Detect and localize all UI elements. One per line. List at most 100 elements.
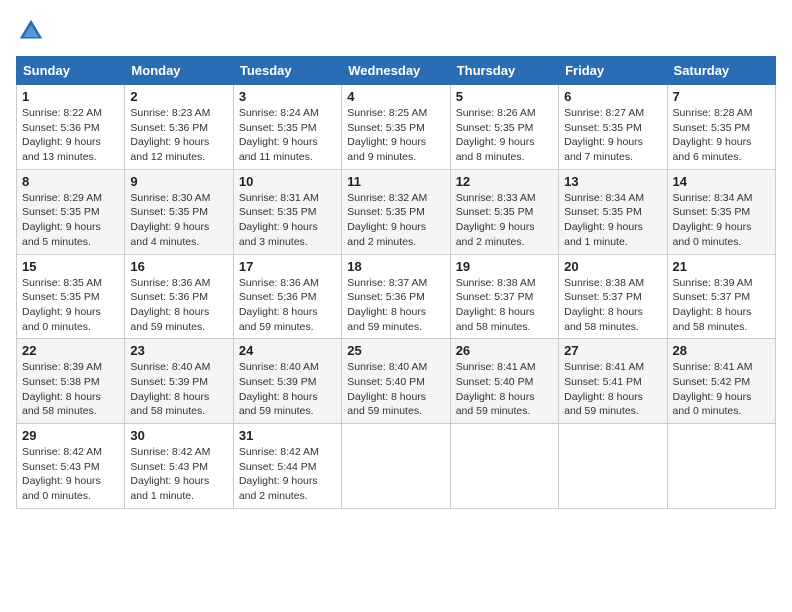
calendar-cell: 3Sunrise: 8:24 AMSunset: 5:35 PMDaylight… [233, 85, 341, 170]
day-info: Sunrise: 8:37 AMSunset: 5:36 PMDaylight:… [347, 276, 444, 335]
day-number: 6 [564, 89, 661, 104]
calendar-cell: 13 Sunrise: 8:34 AMSunset: 5:35 PMDayligh… [559, 169, 667, 254]
day-info: Sunrise: 8:23 AMSunset: 5:36 PMDaylight:… [130, 106, 227, 165]
day-info: Sunrise: 8:33 AMSunset: 5:35 PMDaylight:… [456, 191, 553, 250]
day-number: 15 [22, 259, 119, 274]
day-number: 18 [347, 259, 444, 274]
calendar-cell: 14 Sunrise: 8:34 AMSunset: 5:35 PMDayligh… [667, 169, 775, 254]
day-info: Sunrise: 8:30 AMSunset: 5:35 PMDaylight:… [130, 191, 227, 250]
day-info: Sunrise: 8:38 AMSunset: 5:37 PMDaylight:… [456, 276, 553, 335]
day-number: 29 [22, 428, 119, 443]
calendar-cell: 4 Sunrise: 8:25 AMSunset: 5:35 PMDaylight… [342, 85, 450, 170]
calendar-day-header: Monday [125, 57, 233, 85]
logo-icon [16, 16, 46, 46]
day-number: 19 [456, 259, 553, 274]
calendar-cell: 8 Sunrise: 8:29 AMSunset: 5:35 PMDaylight… [17, 169, 125, 254]
day-info: Sunrise: 8:36 AMSunset: 5:36 PMDaylight:… [239, 276, 336, 335]
day-number: 10 [239, 174, 336, 189]
day-number: 1 [22, 89, 119, 104]
calendar-cell [450, 424, 558, 509]
calendar-cell: 21 Sunrise: 8:39 AMSunset: 5:37 PMDayligh… [667, 254, 775, 339]
calendar-cell: 22 Sunrise: 8:39 AMSunset: 5:38 PMDayligh… [17, 339, 125, 424]
day-info: Sunrise: 8:34 AMSunset: 5:35 PMDaylight:… [673, 191, 770, 250]
day-info: Sunrise: 8:35 AMSunset: 5:35 PMDaylight:… [22, 276, 119, 335]
day-info: Sunrise: 8:27 AMSunset: 5:35 PMDaylight:… [564, 106, 661, 165]
calendar-cell: 28 Sunrise: 8:41 AMSunset: 5:42 PMDayligh… [667, 339, 775, 424]
calendar-cell: 11 Sunrise: 8:32 AMSunset: 5:35 PMDayligh… [342, 169, 450, 254]
calendar-cell: 2Sunrise: 8:23 AMSunset: 5:36 PMDaylight… [125, 85, 233, 170]
day-number: 17 [239, 259, 336, 274]
calendar-cell: 25 Sunrise: 8:40 AMSunset: 5:40 PMDayligh… [342, 339, 450, 424]
calendar-cell: 29Sunrise: 8:42 AMSunset: 5:43 PMDayligh… [17, 424, 125, 509]
calendar-cell: 17 Sunrise: 8:36 AMSunset: 5:36 PMDayligh… [233, 254, 341, 339]
day-number: 21 [673, 259, 770, 274]
day-number: 3 [239, 89, 336, 104]
day-number: 13 [564, 174, 661, 189]
day-number: 20 [564, 259, 661, 274]
calendar-week-row: 22 Sunrise: 8:39 AMSunset: 5:38 PMDayligh… [17, 339, 776, 424]
day-info: Sunrise: 8:26 AMSunset: 5:35 PMDaylight:… [456, 106, 553, 165]
day-number: 8 [22, 174, 119, 189]
calendar-day-header: Saturday [667, 57, 775, 85]
day-number: 24 [239, 343, 336, 358]
day-info: Sunrise: 8:32 AMSunset: 5:35 PMDaylight:… [347, 191, 444, 250]
day-info: Sunrise: 8:41 AMSunset: 5:42 PMDaylight:… [673, 360, 770, 419]
calendar-cell: 1 Sunrise: 8:22 AMSunset: 5:36 PMDaylight… [17, 85, 125, 170]
day-number: 30 [130, 428, 227, 443]
calendar-cell: 7Sunrise: 8:28 AMSunset: 5:35 PMDaylight… [667, 85, 775, 170]
day-number: 11 [347, 174, 444, 189]
calendar-cell: 23Sunrise: 8:40 AMSunset: 5:39 PMDayligh… [125, 339, 233, 424]
day-info: Sunrise: 8:39 AMSunset: 5:37 PMDaylight:… [673, 276, 770, 335]
calendar-cell: 18 Sunrise: 8:37 AMSunset: 5:36 PMDayligh… [342, 254, 450, 339]
day-number: 26 [456, 343, 553, 358]
day-info: Sunrise: 8:39 AMSunset: 5:38 PMDaylight:… [22, 360, 119, 419]
day-info: Sunrise: 8:29 AMSunset: 5:35 PMDaylight:… [22, 191, 119, 250]
calendar-cell [559, 424, 667, 509]
day-number: 14 [673, 174, 770, 189]
day-number: 28 [673, 343, 770, 358]
calendar-cell [342, 424, 450, 509]
day-info: Sunrise: 8:34 AMSunset: 5:35 PMDaylight:… [564, 191, 661, 250]
day-number: 9 [130, 174, 227, 189]
day-info: Sunrise: 8:40 AMSunset: 5:40 PMDaylight:… [347, 360, 444, 419]
day-number: 27 [564, 343, 661, 358]
calendar-cell: 9 Sunrise: 8:30 AMSunset: 5:35 PMDaylight… [125, 169, 233, 254]
day-info: Sunrise: 8:42 AMSunset: 5:44 PMDaylight:… [239, 445, 336, 504]
day-number: 12 [456, 174, 553, 189]
calendar-day-header: Friday [559, 57, 667, 85]
day-number: 5 [456, 89, 553, 104]
calendar-week-row: 29 Sunrise: 8:42 AMSunset: 5:43 PMDayligh… [17, 424, 776, 509]
calendar-cell: 24 Sunrise: 8:40 AMSunset: 5:39 PMDayligh… [233, 339, 341, 424]
day-number: 31 [239, 428, 336, 443]
day-number: 23 [130, 343, 227, 358]
day-info: Sunrise: 8:41 AMSunset: 5:40 PMDaylight:… [456, 360, 553, 419]
calendar-body: 1 Sunrise: 8:22 AMSunset: 5:36 PMDaylight… [17, 85, 776, 509]
calendar-cell: 15 Sunrise: 8:35 AMSunset: 5:35 PMDayligh… [17, 254, 125, 339]
day-info: Sunrise: 8:25 AMSunset: 5:35 PMDaylight:… [347, 106, 444, 165]
day-number: 22 [22, 343, 119, 358]
calendar-cell: 31 Sunrise: 8:42 AMSunset: 5:44 PMDayligh… [233, 424, 341, 509]
calendar-cell: 19 Sunrise: 8:38 AMSunset: 5:37 PMDayligh… [450, 254, 558, 339]
day-info: Sunrise: 8:38 AMSunset: 5:37 PMDaylight:… [564, 276, 661, 335]
calendar-cell: 6 Sunrise: 8:27 AMSunset: 5:35 PMDaylight… [559, 85, 667, 170]
day-info: Sunrise: 8:22 AMSunset: 5:36 PMDaylight:… [22, 106, 119, 165]
day-info: Sunrise: 8:36 AMSunset: 5:36 PMDaylight:… [130, 276, 227, 335]
day-info: Sunrise: 8:40 AMSunset: 5:39 PMDaylight:… [239, 360, 336, 419]
day-info: Sunrise: 8:42 AMSunset: 5:43 PMDaylight:… [130, 445, 227, 504]
calendar-cell: 12 Sunrise: 8:33 AMSunset: 5:35 PMDayligh… [450, 169, 558, 254]
calendar-cell [667, 424, 775, 509]
calendar-day-header: Sunday [17, 57, 125, 85]
calendar-cell: 20 Sunrise: 8:38 AMSunset: 5:37 PMDayligh… [559, 254, 667, 339]
calendar-day-header: Thursday [450, 57, 558, 85]
calendar-week-row: 15 Sunrise: 8:35 AMSunset: 5:35 PMDayligh… [17, 254, 776, 339]
day-number: 16 [130, 259, 227, 274]
calendar-header-row: SundayMondayTuesdayWednesdayThursdayFrid… [17, 57, 776, 85]
day-number: 25 [347, 343, 444, 358]
calendar-week-row: 8 Sunrise: 8:29 AMSunset: 5:35 PMDaylight… [17, 169, 776, 254]
page-header [16, 16, 776, 46]
calendar-day-header: Wednesday [342, 57, 450, 85]
calendar-cell: 5 Sunrise: 8:26 AMSunset: 5:35 PMDaylight… [450, 85, 558, 170]
day-info: Sunrise: 8:41 AMSunset: 5:41 PMDaylight:… [564, 360, 661, 419]
day-number: 4 [347, 89, 444, 104]
calendar-cell: 10Sunrise: 8:31 AMSunset: 5:35 PMDayligh… [233, 169, 341, 254]
